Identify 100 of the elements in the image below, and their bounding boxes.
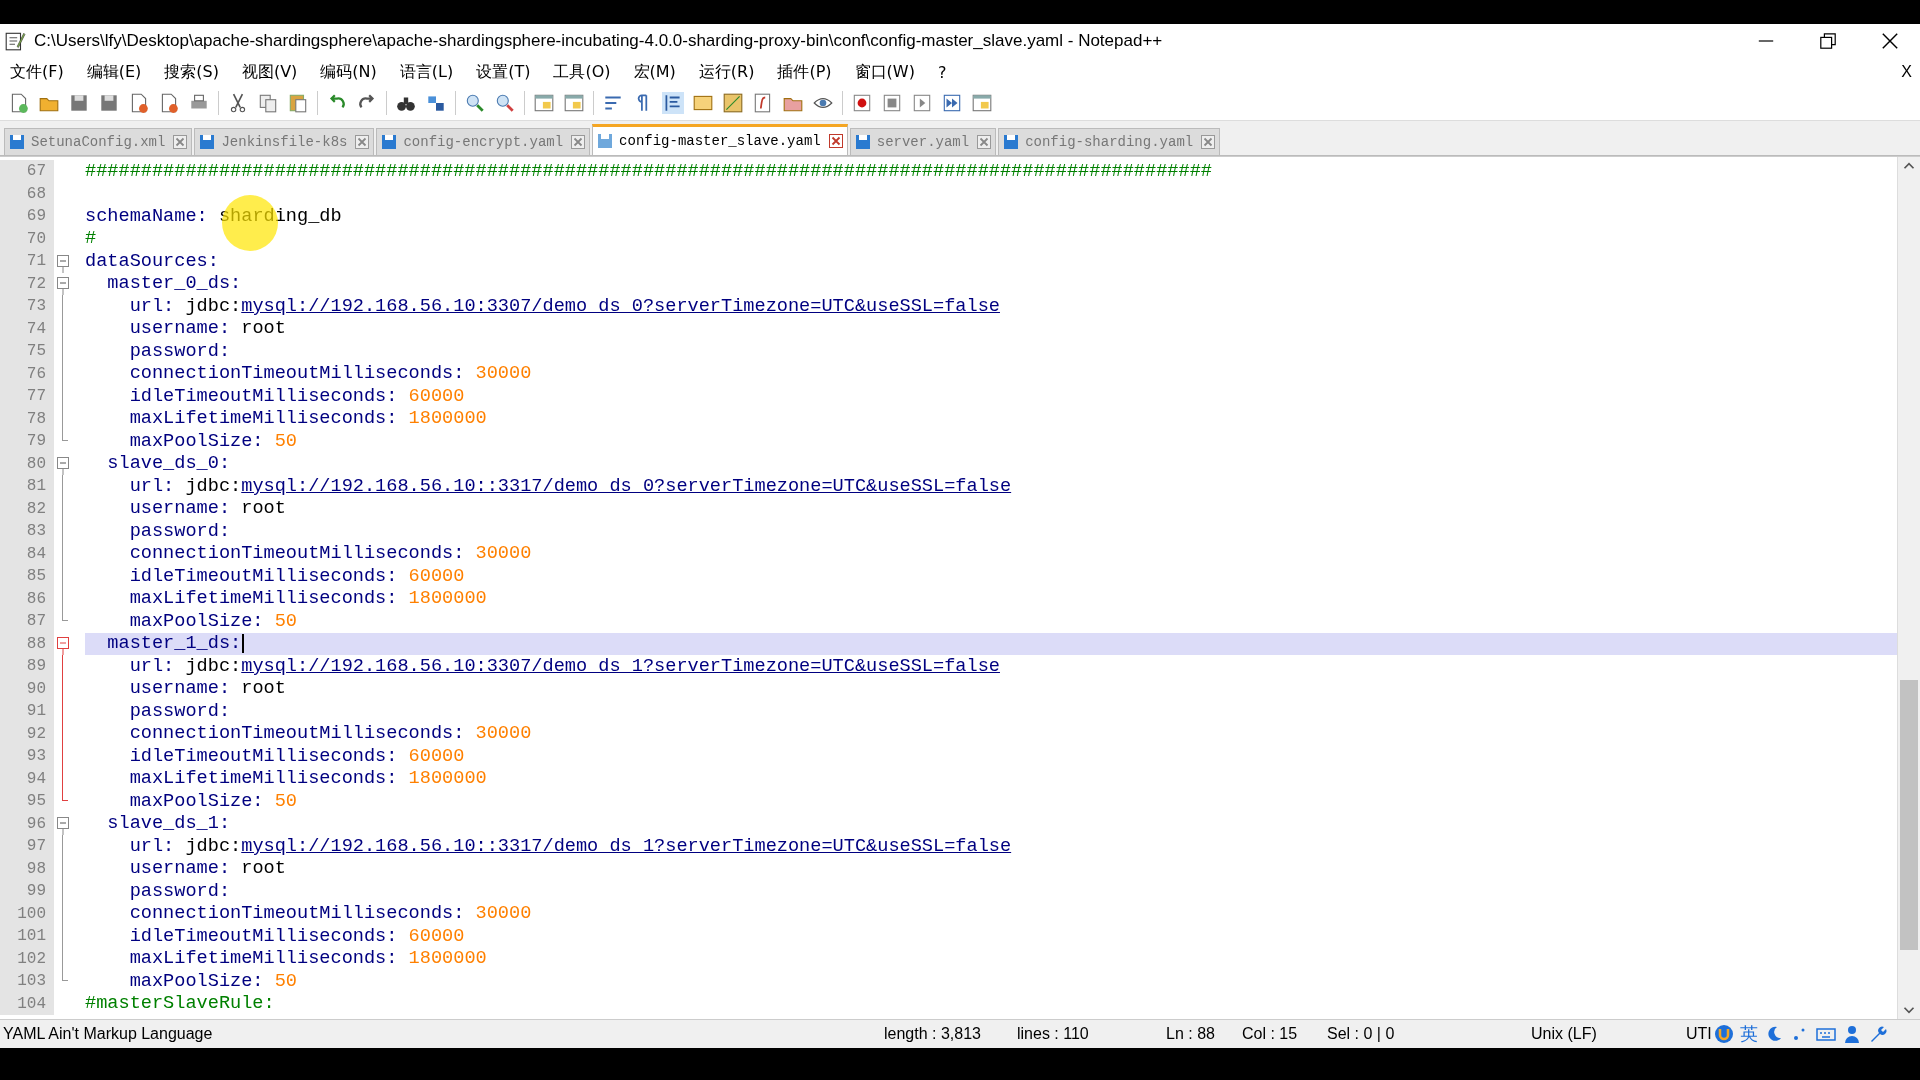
code-line: #####################################################################################################: [85, 160, 1213, 183]
code-line: username: root: [128, 677, 287, 700]
length-label: length : 3,813: [884, 1025, 981, 1043]
code-line: master_0_ds:: [106, 272, 243, 295]
window-title: C:\Users\lfy\Desktop\apache-shardingsphere\apache-shardingsphere-incubating-4.0.0-sharding-proxy-bin\conf\config-master_slave.yaml - Notepad++: [34, 31, 1163, 51]
fold-toggle-icon[interactable]: [57, 277, 69, 295]
play-icon[interactable]: [911, 92, 933, 114]
line-number: 98: [0, 857, 54, 880]
scrollbar-thumb[interactable]: [1900, 680, 1918, 950]
url-link[interactable]: mysql://192.168.56.10:3307/demo_ds_1?serverTimezone=UTC&useSSL=false: [241, 655, 1000, 677]
line-number: 86: [0, 587, 54, 610]
code-line: #masterSlaveRule:: [85, 992, 276, 1015]
line-number: 78: [0, 407, 54, 430]
line-number: 70: [0, 227, 54, 250]
line-number: 85: [0, 565, 54, 588]
record-icon[interactable]: [851, 92, 873, 114]
line-number: 104: [0, 992, 54, 1015]
notepad-icon: [4, 30, 26, 52]
menu-item[interactable]: ?: [933, 60, 956, 84]
menu-item[interactable]: 文件(F): [6, 59, 73, 85]
code-line: maxLifetimeMilliseconds: 1800000: [128, 767, 488, 790]
code-line: slave_ds_1:: [106, 812, 232, 835]
menu-item[interactable]: 编辑(E): [82, 59, 151, 85]
line-number: 77: [0, 385, 54, 408]
line-number: 100: [0, 902, 54, 925]
line-ending-label: Unix (LF): [1531, 1025, 1597, 1043]
line-number: 81: [0, 475, 54, 498]
code-line: url: jdbc:mysql://192.168.56.10::3317/demo_ds_0?serverTimezone=UTC&useSSL=false: [128, 475, 1013, 498]
indent-guide-icon[interactable]: [662, 92, 684, 114]
line-number: 87: [0, 610, 54, 633]
vertical-scrollbar[interactable]: [1897, 157, 1920, 1019]
zoom-in-icon[interactable]: [464, 92, 486, 114]
fold-toggle-icon[interactable]: [57, 817, 69, 835]
close-tab-icon[interactable]: [828, 134, 843, 148]
code-line: password:: [128, 880, 232, 903]
code-line: maxLifetimeMilliseconds: 1800000: [128, 587, 488, 610]
fold-toggle-icon[interactable]: [57, 457, 69, 475]
fold-toggle-icon[interactable]: [57, 637, 69, 655]
code-line: idleTimeoutMilliseconds: 60000: [128, 925, 466, 948]
code-line: idleTimeoutMilliseconds: 60000: [128, 385, 466, 408]
line-number: 74: [0, 317, 54, 340]
save-icon[interactable]: [68, 92, 90, 114]
file-tab[interactable]: config-master_slave.yaml: [592, 124, 848, 155]
menu-item[interactable]: 设置(T): [472, 59, 540, 85]
close-tab-icon[interactable]: [173, 135, 188, 149]
code-line: maxLifetimeMilliseconds: 1800000: [128, 947, 488, 970]
url-link[interactable]: mysql://192.168.56.10::3317/demo_ds_1?serverTimezone=UTC&useSSL=false: [241, 835, 1012, 857]
save-all-icon[interactable]: [98, 92, 120, 114]
ime-mode-label[interactable]: 英: [1740, 1022, 1758, 1046]
stop-icon[interactable]: [881, 92, 903, 114]
code-line: password:: [128, 340, 232, 363]
lines-label: lines : 110: [1017, 1025, 1089, 1043]
line-number: 92: [0, 722, 54, 745]
line-label: Ln : 88: [1166, 1025, 1215, 1043]
code-line: password:: [128, 700, 232, 723]
line-number: 73: [0, 295, 54, 318]
line-number: 94: [0, 767, 54, 790]
line-number: 75: [0, 340, 54, 363]
line-number: 102: [0, 947, 54, 970]
close-tab-icon[interactable]: [571, 135, 586, 149]
copy-icon[interactable]: [257, 92, 279, 114]
close-document-button[interactable]: X: [1893, 63, 1920, 81]
menu-item[interactable]: 运行(R): [694, 59, 764, 85]
paste-icon[interactable]: [287, 92, 309, 114]
column-label: Col : 15: [1242, 1025, 1298, 1043]
code-line: idleTimeoutMilliseconds: 60000: [128, 745, 466, 768]
close-tab-icon[interactable]: [1201, 135, 1216, 149]
code-line: #: [85, 227, 98, 250]
menu-item[interactable]: 搜索(S): [160, 59, 228, 85]
zoom-out-icon[interactable]: [494, 92, 516, 114]
code-line: url: jdbc:mysql://192.168.56.10:3307/demo_ds_0?serverTimezone=UTC&useSSL=false: [128, 295, 1001, 318]
code-line: maxLifetimeMilliseconds: 1800000: [128, 407, 488, 430]
menu-item[interactable]: 插件(P): [773, 59, 841, 85]
code-line: dataSources:: [85, 250, 220, 273]
code-line: url: jdbc:mysql://192.168.56.10::3317/demo_ds_1?serverTimezone=UTC&useSSL=false: [128, 835, 1013, 858]
line-number: 88: [0, 632, 54, 655]
line-number: 69: [0, 205, 54, 228]
line-number: 83: [0, 520, 54, 543]
user-icon[interactable]: [1842, 1024, 1862, 1044]
code-line: connectionTimeoutMilliseconds: 30000: [128, 362, 533, 385]
ime-logo-icon[interactable]: [1714, 1024, 1734, 1044]
menu-item[interactable]: 语言(L): [395, 59, 463, 85]
menu-item[interactable]: 窗口(W): [850, 59, 924, 85]
close-tab-icon[interactable]: [355, 135, 370, 149]
url-link[interactable]: mysql://192.168.56.10::3317/demo_ds_0?serverTimezone=UTC&useSSL=false: [241, 475, 1012, 497]
line-number: 80: [0, 452, 54, 475]
line-number: 90: [0, 677, 54, 700]
line-number: 95: [0, 790, 54, 813]
line-number: 79: [0, 430, 54, 453]
fold-toggle-icon[interactable]: [57, 254, 69, 273]
close-tab-icon[interactable]: [977, 135, 992, 149]
url-link[interactable]: mysql://192.168.56.10:3307/demo_ds_0?serverTimezone=UTC&useSSL=false: [241, 295, 1000, 317]
line-number: 68: [0, 182, 54, 205]
line-number: 99: [0, 880, 54, 903]
menu-item[interactable]: 编码(N): [316, 59, 386, 85]
menu-item[interactable]: 宏(M): [629, 59, 685, 85]
fast-forward-icon[interactable]: [941, 92, 963, 114]
menu-item[interactable]: 视图(V): [237, 59, 307, 85]
line-number: 72: [0, 272, 54, 295]
menu-item[interactable]: 工具(O): [549, 59, 620, 85]
